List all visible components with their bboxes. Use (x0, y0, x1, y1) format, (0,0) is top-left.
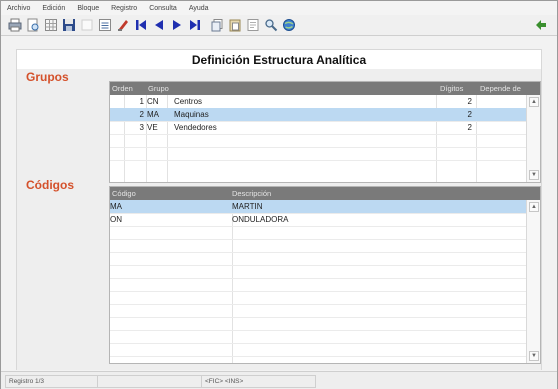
digitos-cell[interactable]: 2 (436, 121, 472, 134)
table-row-selected[interactable]: MA MARTIN (110, 200, 526, 213)
column-header-descripcion[interactable]: Descripción (230, 187, 492, 200)
web-icon[interactable] (281, 17, 297, 33)
status-bar: Registro 1/3 <FIC> <INS> (1, 371, 557, 389)
scroll-up-arrow-icon[interactable]: ▲ (529, 202, 539, 212)
form-content: Grupos Orden Grupo Dígitos Depende de 1 … (16, 69, 542, 370)
menu-bar: Archivo Edición Bloque Registro Consulta… (1, 1, 557, 15)
previous-record-icon[interactable] (151, 17, 167, 33)
delete-icon[interactable] (115, 17, 131, 33)
menu-edicion[interactable]: Edición (36, 5, 71, 12)
scroll-down-arrow-icon[interactable]: ▼ (529, 351, 539, 361)
codes-section-label: Códigos (26, 178, 74, 192)
toolbar (1, 15, 557, 36)
copy-icon[interactable] (209, 17, 225, 33)
table-row[interactable]: 3 VE Vendedores 2 (110, 121, 526, 134)
grupo-cell[interactable]: CN (147, 95, 159, 108)
search-icon[interactable] (263, 17, 279, 33)
application-window: Archivo Edición Bloque Registro Consulta… (0, 0, 558, 389)
column-header-grupo[interactable]: Grupo (146, 82, 169, 95)
grupo-cell[interactable]: VE (147, 121, 158, 134)
groups-scrollbar[interactable]: ▲ ▼ (526, 95, 540, 182)
column-header-orden[interactable]: Orden (110, 82, 148, 95)
codes-grid-header: Código Descripción (110, 187, 540, 200)
grid-icon[interactable] (43, 17, 59, 33)
digitos-cell[interactable]: 2 (436, 108, 472, 121)
descripcion-cell[interactable]: MARTIN (232, 200, 263, 213)
last-record-icon[interactable] (187, 17, 203, 33)
groups-section-label: Grupos (26, 70, 69, 84)
column-header-digitos[interactable]: Dígitos (438, 82, 474, 95)
menu-bloque[interactable]: Bloque (71, 5, 105, 12)
grupo-cell[interactable]: MA (147, 108, 159, 121)
menu-consulta[interactable]: Consulta (143, 5, 183, 12)
list-icon[interactable] (97, 17, 113, 33)
digitos-cell[interactable]: 2 (436, 95, 472, 108)
exit-icon[interactable] (533, 17, 549, 33)
codes-grid: Código Descripción MA MARTIN ON ONDULADO… (109, 186, 541, 364)
table-row-selected[interactable]: 2 MA Maquinas 2 (110, 108, 526, 121)
first-record-icon[interactable] (133, 17, 149, 33)
table-row[interactable]: 1 CN Centros 2 (110, 95, 526, 108)
blank-icon[interactable] (79, 17, 95, 33)
paste-icon[interactable] (227, 17, 243, 33)
column-header-nombre[interactable] (166, 82, 438, 95)
nombre-cell[interactable]: Centros (174, 95, 202, 108)
table-row[interactable]: ON ONDULADORA (110, 213, 526, 226)
nombre-cell[interactable]: Maquinas (174, 108, 209, 121)
status-record: Registro 1/3 (5, 375, 98, 388)
orden-cell[interactable]: 3 (124, 121, 144, 134)
groups-grid: Orden Grupo Dígitos Depende de 1 CN Cent… (109, 81, 541, 183)
menu-archivo[interactable]: Archivo (1, 5, 36, 12)
status-mode (97, 375, 202, 388)
nombre-cell[interactable]: Vendedores (174, 121, 217, 134)
menu-registro[interactable]: Registro (105, 5, 143, 12)
codigo-cell[interactable]: MA (110, 200, 122, 213)
next-record-icon[interactable] (169, 17, 185, 33)
column-header-depende[interactable]: Depende de (478, 82, 540, 95)
orden-cell[interactable]: 1 (124, 95, 144, 108)
descripcion-cell[interactable]: ONDULADORA (232, 213, 288, 226)
preview-icon[interactable] (25, 17, 41, 33)
column-header-codigo[interactable]: Código (110, 187, 232, 200)
scroll-up-arrow-icon[interactable]: ▲ (529, 97, 539, 107)
page-title: Definición Estructura Analítica (16, 49, 542, 71)
menu-ayuda[interactable]: Ayuda (183, 5, 215, 12)
save-icon[interactable] (61, 17, 77, 33)
scroll-down-arrow-icon[interactable]: ▼ (529, 170, 539, 180)
codigo-cell[interactable]: ON (110, 213, 122, 226)
codes-scrollbar[interactable]: ▲ ▼ (526, 200, 540, 363)
print-icon[interactable] (7, 17, 23, 33)
groups-grid-header: Orden Grupo Dígitos Depende de (110, 82, 540, 95)
orden-cell[interactable]: 2 (124, 108, 144, 121)
status-keys: <FIC> <INS> (201, 375, 316, 388)
form-icon[interactable] (245, 17, 261, 33)
